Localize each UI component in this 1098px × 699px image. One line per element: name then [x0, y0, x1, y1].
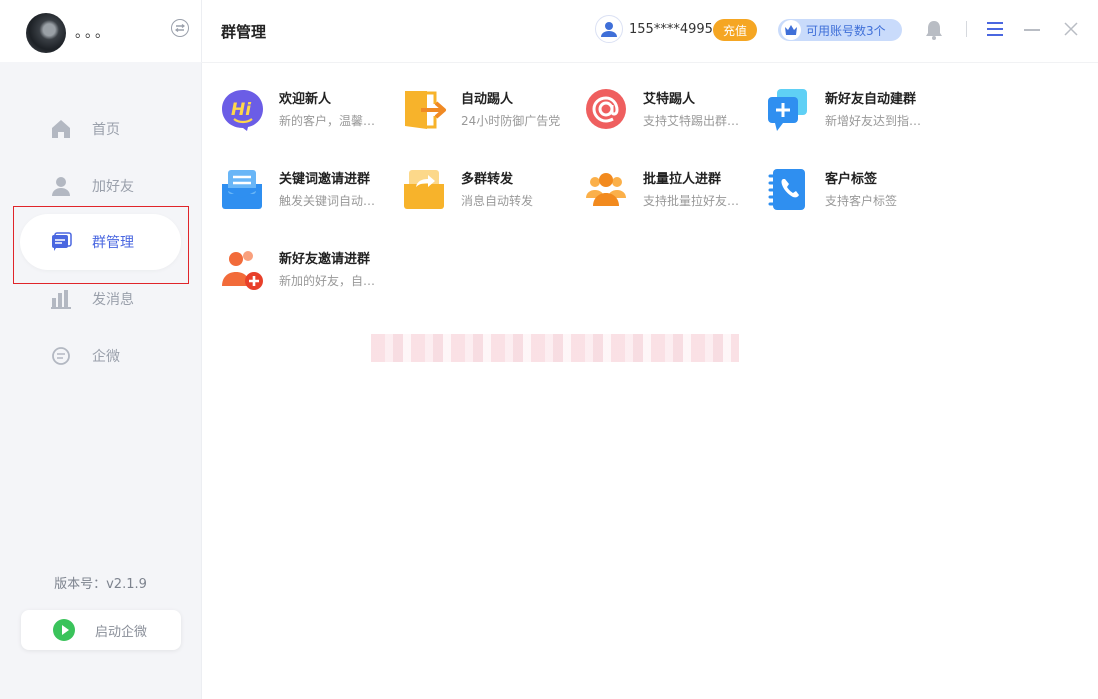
close-icon[interactable]: [1063, 21, 1079, 41]
sidebar-header: 。。。: [0, 0, 201, 62]
sidebar-item-wecom[interactable]: 企微: [0, 327, 201, 384]
sidebar-item-label: 发消息: [92, 291, 134, 308]
forward-envelope-icon: [403, 168, 447, 212]
phone-number: 155****4995: [629, 22, 713, 37]
feature-new-friend-auto-group[interactable]: 新好友自动建群 新增好友达到指…: [767, 88, 937, 138]
feature-welcome-newcomer[interactable]: Hi 欢迎新人 新的客户，温馨…: [221, 88, 391, 138]
username: 。。。: [75, 25, 112, 41]
feature-title: 客户标签: [825, 172, 878, 187]
start-wecom-button[interactable]: 启动企微: [21, 610, 181, 650]
feature-title: 欢迎新人: [279, 92, 332, 107]
redacted-watermark: [371, 334, 739, 362]
available-accounts-badge[interactable]: 可用账号数3个: [778, 19, 902, 41]
feature-multi-forward[interactable]: 多群转发 消息自动转发: [403, 168, 573, 218]
top-bar: 群管理 155****4995 充值 可用账号数3个: [201, 0, 1098, 63]
add-person-icon: [221, 248, 265, 292]
feature-customer-tags[interactable]: 客户标签 支持客户标签: [767, 168, 937, 218]
feature-desc: 新的客户，温馨…: [279, 114, 376, 128]
page-title: 群管理: [221, 23, 267, 41]
feature-desc: 支持批量拉好友…: [643, 194, 740, 208]
sidebar-item-label: 企微: [92, 348, 120, 365]
person-icon: [50, 175, 72, 197]
start-button-label: 启动企微: [95, 624, 148, 640]
feature-keyword-invite[interactable]: 关键词邀请进群 触发关键词自动…: [221, 168, 391, 218]
feature-title: 新好友邀请进群: [279, 252, 371, 267]
feature-desc: 支持客户标签: [825, 194, 898, 208]
sidebar-item-home[interactable]: 首页: [0, 100, 201, 157]
sidebar-item-label: 首页: [92, 121, 120, 138]
chart-icon: [50, 288, 72, 310]
sidebar: 。。。 首页 加好友 群管理 发消息 企微 版本号：v2.1.9 启动企微: [0, 0, 202, 699]
highlight-annotation: [13, 206, 189, 284]
accounts-label: 可用账号数3个: [806, 23, 886, 38]
recharge-button[interactable]: 充值: [713, 19, 757, 41]
feature-new-friend-invite[interactable]: 新好友邀请进群 新加的好友，自…: [221, 248, 391, 298]
minimize-icon[interactable]: [1024, 29, 1040, 31]
sidebar-item-label: 加好友: [92, 178, 134, 195]
feature-desc: 新增好友达到指…: [825, 114, 922, 128]
feature-desc: 24小时防御广告党: [461, 114, 561, 128]
home-icon: [50, 118, 72, 140]
feature-title: 多群转发: [461, 172, 514, 187]
user-avatar-icon[interactable]: [595, 15, 623, 43]
feature-desc: 支持艾特踢出群…: [643, 114, 740, 128]
toolbar-divider: [966, 21, 967, 37]
add-chat-icon: [767, 88, 811, 132]
group-people-icon: [585, 168, 629, 212]
chat-icon: [50, 345, 72, 367]
feature-desc: 新加的好友，自…: [279, 274, 376, 288]
exit-door-icon: [403, 88, 447, 132]
feature-desc: 触发关键词自动…: [279, 194, 376, 208]
feature-auto-kick[interactable]: 自动踢人 24小时防御广告党: [403, 88, 573, 138]
avatar[interactable]: [26, 13, 66, 53]
keyword-envelope-icon: [221, 168, 265, 212]
phone-book-icon: [767, 168, 811, 212]
feature-title: 艾特踢人: [643, 92, 696, 107]
bell-icon[interactable]: [924, 19, 944, 45]
at-sign-icon: [585, 88, 629, 132]
crown-icon: [781, 20, 801, 40]
feature-title: 关键词邀请进群: [279, 172, 371, 187]
menu-icon[interactable]: [986, 21, 1004, 41]
hi-icon: Hi: [221, 88, 265, 132]
feature-mention-kick[interactable]: 艾特踢人 支持艾特踢出群…: [585, 88, 755, 138]
play-icon: [53, 619, 75, 641]
feature-desc: 消息自动转发: [461, 194, 534, 208]
version-label: 版本号：v2.1.9: [54, 577, 147, 592]
feature-batch-invite[interactable]: 批量拉人进群 支持批量拉好友…: [585, 168, 755, 218]
feature-title: 新好友自动建群: [825, 92, 917, 107]
svg-text:Hi: Hi: [231, 100, 252, 120]
feature-title: 自动踢人: [461, 92, 514, 107]
collapse-toggle-icon[interactable]: [171, 19, 189, 37]
feature-title: 批量拉人进群: [643, 172, 722, 187]
